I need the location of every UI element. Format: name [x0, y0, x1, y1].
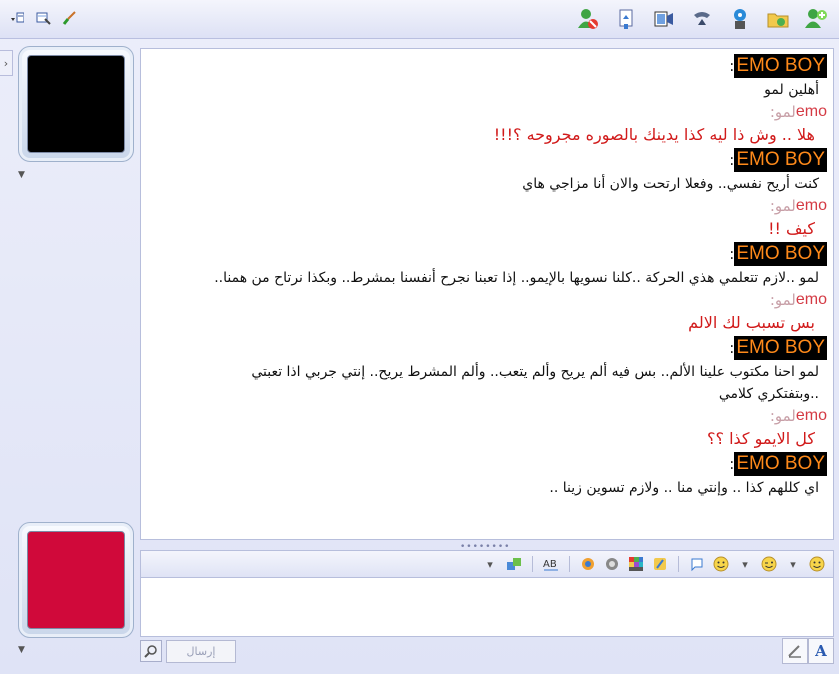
- spell-check-icon[interactable]: AB: [541, 554, 561, 574]
- conversation-history[interactable]: EMO BOY: أهلين لمو emo لمو: هلا .. وش ذا ليه…: [140, 48, 834, 540]
- message-item: EMO BOY: اي كللهم كذا .. وإنتي منا .. ولا…: [149, 451, 827, 499]
- emoticon-dropdown-icon[interactable]: ▾: [735, 554, 755, 574]
- user-avatar-image: [27, 531, 125, 629]
- input-tools: ▾ AB ▾ ▾: [480, 554, 827, 574]
- message-text: لمو احنا مكتوب علينا الألم.. بس فيه ألم …: [251, 364, 819, 380]
- message-text: ..وبتفتكري كلامي: [718, 386, 819, 402]
- toolbar-right: [575, 6, 829, 32]
- sender-header: emo لمو:: [149, 289, 827, 311]
- add-contact-icon[interactable]: [803, 6, 829, 32]
- sender-name: emo: [795, 197, 827, 214]
- search-button[interactable]: [140, 640, 162, 662]
- sender-name: emo: [795, 407, 827, 424]
- sender-colon: :: [729, 57, 735, 75]
- message-text: كل الايمو كذا ؟؟: [707, 429, 815, 448]
- paint-brush-icon[interactable]: [60, 9, 78, 27]
- toolbar-separator: [532, 556, 533, 572]
- sender-name-badge: EMO BOY: [734, 148, 827, 172]
- message-text: كنت أريح نفسي.. وفعلا ارتحت والان أنا مز…: [522, 176, 819, 192]
- sharing-icon[interactable]: [34, 9, 52, 27]
- sidebar-toggle[interactable]: ›: [0, 50, 13, 76]
- contact-avatar-menu-caret[interactable]: ▼: [18, 170, 25, 180]
- sender-name-badge: EMO BOY: [734, 54, 827, 78]
- message-item: EMO BOY: أهلين لمو: [149, 53, 827, 101]
- sender-header: EMO BOY:: [149, 53, 827, 79]
- winks-icon[interactable]: [650, 554, 670, 574]
- font-a-icon: A: [815, 642, 827, 660]
- wink-smiley-icon[interactable]: [759, 554, 779, 574]
- message-list: EMO BOY: أهلين لمو emo لمو: هلا .. وش ذا ليه…: [141, 49, 833, 499]
- sender-name: emo: [795, 103, 827, 120]
- send-files-icon[interactable]: [613, 6, 639, 32]
- sender-name-badge: EMO BOY: [734, 242, 827, 266]
- sender-colon: :: [729, 151, 735, 169]
- sender-alias: لمو:: [769, 291, 796, 309]
- toolbar-separator: [569, 556, 570, 572]
- contact-avatar[interactable]: [18, 46, 134, 162]
- message-text: اي كللهم كذا .. وإنتي منا .. ولازم تسوين…: [549, 480, 819, 496]
- sender-name-badge: EMO BOY: [734, 452, 827, 476]
- message-text: بس تسبب لك الالم: [688, 313, 815, 332]
- nudge-icon[interactable]: [578, 554, 598, 574]
- sender-colon: :: [729, 455, 735, 473]
- sender-header: EMO BOY:: [149, 241, 827, 267]
- user-avatar[interactable]: [18, 522, 134, 638]
- font-button[interactable]: A: [808, 638, 834, 664]
- sender-header: emo لمو:: [149, 195, 827, 217]
- sender-alias: لمو:: [769, 407, 796, 425]
- toolbar-separator: [678, 556, 679, 572]
- backgrounds-icon[interactable]: [504, 554, 524, 574]
- sender-header: EMO BOY:: [149, 451, 827, 477]
- message-item: emo لمو: كل الايمو كذا ؟؟: [149, 405, 827, 451]
- message-text: أهلين لمو: [764, 82, 819, 98]
- main-toolbar: [0, 0, 839, 39]
- user-avatar-menu-caret[interactable]: ▼: [18, 645, 25, 655]
- messenger-window: › ▼ ▼ EMO BOY: أهلين لمو emo لمو: هلا .. وش …: [0, 0, 839, 674]
- smiley-icon[interactable]: [807, 554, 827, 574]
- activities-folder-icon[interactable]: [765, 6, 791, 32]
- chevron-right-icon: ›: [3, 56, 9, 70]
- sender-alias: لمو:: [769, 103, 796, 121]
- sender-colon: :: [729, 339, 735, 357]
- svg-text:AB: AB: [543, 559, 557, 570]
- sender-header: emo لمو:: [149, 101, 827, 123]
- message-input[interactable]: [140, 577, 834, 637]
- sender-header: emo لمو:: [149, 405, 827, 427]
- send-button[interactable]: إرسال: [166, 640, 236, 663]
- message-text: هلا .. وش ذا ليه كذا يدينك بالصوره مجروح…: [493, 125, 815, 144]
- smiley-dropdown-icon[interactable]: ▾: [783, 554, 803, 574]
- magnifier-icon: [144, 645, 157, 658]
- message-text: كيف !!: [768, 219, 815, 238]
- sender-header: EMO BOY:: [149, 335, 827, 361]
- message-item: EMO BOY: كنت أريح نفسي.. وفعلا ارتحت والا…: [149, 147, 827, 195]
- games-icon[interactable]: [727, 6, 753, 32]
- toolbar-left: [8, 9, 78, 27]
- voice-clip-icon[interactable]: [602, 554, 622, 574]
- input-toolbar: ▾ AB ▾ ▾: [140, 550, 834, 577]
- emoticon-alt-icon[interactable]: [711, 554, 731, 574]
- sender-name-badge: EMO BOY: [734, 336, 827, 360]
- message-text: لمو ..لازم تتعلمي هذي الحركة ..كلنا نسوي…: [214, 270, 819, 286]
- sender-alias: لمو:: [769, 197, 796, 215]
- message-item: EMO BOY: لمو ..لازم تتعلمي هذي الحركة ..ك…: [149, 241, 827, 289]
- pen-icon: [788, 645, 801, 658]
- phone-icon[interactable]: [689, 6, 715, 32]
- wink-dropdown-icon[interactable]: [687, 554, 707, 574]
- message-item: emo لمو: هلا .. وش ذا ليه كذا يدينك بالصور…: [149, 101, 827, 147]
- contact-avatar-image: [27, 55, 125, 153]
- backgrounds-dropdown-icon[interactable]: ▾: [480, 554, 500, 574]
- message-item: EMO BOY: لمو احنا مكتوب علينا الألم.. بس …: [149, 335, 827, 405]
- color-grid-icon[interactable]: [626, 554, 646, 574]
- sender-header: EMO BOY:: [149, 147, 827, 173]
- sender-name: emo: [795, 291, 827, 308]
- video-icon[interactable]: [651, 6, 677, 32]
- block-contact-icon[interactable]: [575, 6, 601, 32]
- menu-dropdown-icon[interactable]: [8, 9, 26, 27]
- sender-colon: :: [729, 245, 735, 263]
- message-item: emo لمو: بس تسبب لك الالم: [149, 289, 827, 335]
- handwriting-button[interactable]: [782, 638, 808, 664]
- message-item: emo لمو: كيف !!: [149, 195, 827, 241]
